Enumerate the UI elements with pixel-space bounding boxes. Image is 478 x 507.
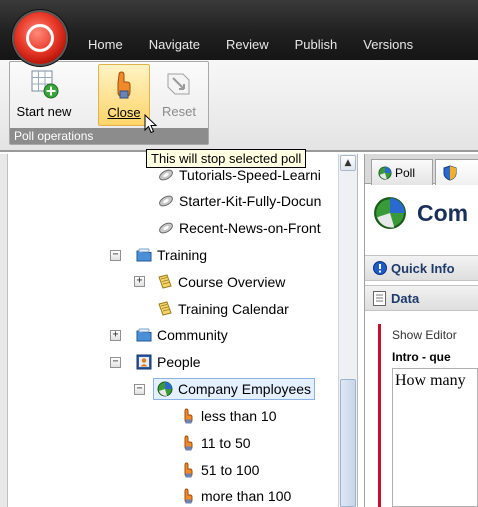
tree-item-label: Company Employees <box>178 381 312 397</box>
link-icon <box>158 193 174 209</box>
tree-item-answer[interactable]: more than 100 <box>180 485 291 507</box>
answer-hand-icon <box>180 435 196 451</box>
close-poll-button[interactable]: Close <box>98 64 150 126</box>
expand-toggle[interactable]: + <box>110 330 121 341</box>
tab-publish[interactable]: Publish <box>295 37 338 52</box>
data-section[interactable]: Data <box>365 285 478 311</box>
tree-item-label: Community <box>157 327 228 343</box>
tree-item-label: Training Calendar <box>178 301 289 317</box>
reset-button[interactable]: Reset <box>154 64 204 126</box>
tree-item-training[interactable]: Training <box>136 244 207 266</box>
tree-item-label: 51 to 100 <box>201 462 260 478</box>
folder-globe-icon <box>136 247 152 263</box>
reset-label: Reset <box>162 104 196 119</box>
data-doc-icon <box>373 290 386 306</box>
folder-globe-icon <box>136 327 152 343</box>
intro-rich-text-field[interactable]: How many <box>392 368 478 507</box>
quick-info-label: Quick Info <box>391 260 455 276</box>
application-orb-button[interactable] <box>14 12 66 64</box>
person-card-icon <box>136 354 152 370</box>
tree-item-answer[interactable]: 11 to 50 <box>180 432 251 454</box>
tab-home[interactable]: Home <box>88 37 123 52</box>
quick-info-section[interactable]: Quick Info <box>365 255 478 281</box>
tab-review[interactable]: Review <box>226 37 269 52</box>
tree-item-people[interactable]: People <box>136 351 201 373</box>
poll-operations-label: Poll operations <box>10 128 208 144</box>
tab-navigate[interactable]: Navigate <box>149 37 200 52</box>
tree-item-course-overview[interactable]: Course Overview <box>157 271 285 293</box>
collapse-toggle[interactable]: − <box>110 250 121 261</box>
link-icon <box>158 220 174 236</box>
document-stack-icon <box>157 301 173 317</box>
item-heading: Com <box>373 196 468 230</box>
scroll-up-icon[interactable]: ▲ <box>340 155 356 171</box>
left-frame-edge <box>0 154 8 507</box>
poll-globe-icon <box>373 196 407 230</box>
tree-item-answer[interactable]: 51 to 100 <box>180 459 259 481</box>
field-label-intro: Intro - que <box>392 350 451 364</box>
scrollbar-thumb[interactable] <box>340 379 356 507</box>
expand-toggle[interactable]: + <box>134 276 145 287</box>
data-label: Data <box>391 290 420 306</box>
editor-tabs: Poll <box>365 154 478 185</box>
tab-poll[interactable]: Poll <box>371 159 433 185</box>
tree-item-label: less than 10 <box>201 408 277 424</box>
document-stack-icon <box>157 274 173 290</box>
reset-arrows-icon <box>163 68 195 100</box>
ribbon-tabs: Home Navigate Review Publish Versions <box>88 37 439 52</box>
shield-icon <box>442 164 458 181</box>
hand-stop-icon <box>108 69 140 101</box>
poll-operations-group: Start new Close Reset Poll operations <box>9 61 209 145</box>
poll-globe-icon <box>378 165 392 180</box>
item-heading-text: Com <box>417 199 469 226</box>
link-icon <box>158 167 174 183</box>
tab-poll-label: Poll <box>395 165 416 180</box>
answer-hand-icon <box>180 488 196 504</box>
show-editor-link[interactable]: Show Editor <box>392 328 457 342</box>
start-new-button[interactable]: Start new <box>12 64 76 126</box>
tab-versions[interactable]: Versions <box>363 37 413 52</box>
info-icon <box>373 261 387 275</box>
tree-item-label: 11 to 50 <box>201 435 251 451</box>
poll-globe-icon <box>157 381 173 397</box>
section-accent-line <box>378 324 381 507</box>
content-tree: Tutorials-Speed-Learni Starter-Kit-Fully… <box>8 154 358 507</box>
tree-item-training-calendar[interactable]: Training Calendar <box>157 298 289 320</box>
close-label: Close <box>107 105 141 120</box>
tree-item-label: Starter-Kit-Fully-Docun <box>179 193 322 209</box>
close-tooltip: This will stop selected poll <box>146 149 307 168</box>
tree-item-label: Tutorials-Speed-Learni <box>179 167 321 183</box>
tree-item-community[interactable]: Community <box>136 324 228 346</box>
collapse-toggle[interactable]: − <box>110 357 121 368</box>
tab-second[interactable] <box>435 159 478 185</box>
tree-item-recent-news[interactable]: Recent-News-on-Front <box>158 217 321 239</box>
answer-hand-icon <box>180 462 196 478</box>
collapse-toggle[interactable]: − <box>134 384 145 395</box>
grid-add-icon <box>28 68 60 100</box>
orb-ring-icon <box>26 24 54 52</box>
start-new-label: Start new <box>16 104 72 119</box>
tree-item-label: more than 100 <box>201 488 292 504</box>
ribbon-top-bar: Home Navigate Review Publish Versions <box>0 0 478 64</box>
mouse-cursor-icon <box>144 113 158 137</box>
tree-scrollbar[interactable]: ▲ <box>338 154 357 507</box>
answer-hand-icon <box>180 408 196 424</box>
tree-item-label: People <box>157 354 201 370</box>
tree-item-label: Course Overview <box>178 274 286 290</box>
tree-item-starter-kit[interactable]: Starter-Kit-Fully-Docun <box>158 190 321 212</box>
tree-item-label: Recent-News-on-Front <box>179 220 321 236</box>
tree-item-label: Training <box>157 247 208 263</box>
ribbon-panel: Start new Close Reset Poll operations <box>0 60 478 152</box>
tree-item-company-employees[interactable]: Company Employees <box>153 378 316 400</box>
tree-item-answer[interactable]: less than 10 <box>180 405 277 427</box>
